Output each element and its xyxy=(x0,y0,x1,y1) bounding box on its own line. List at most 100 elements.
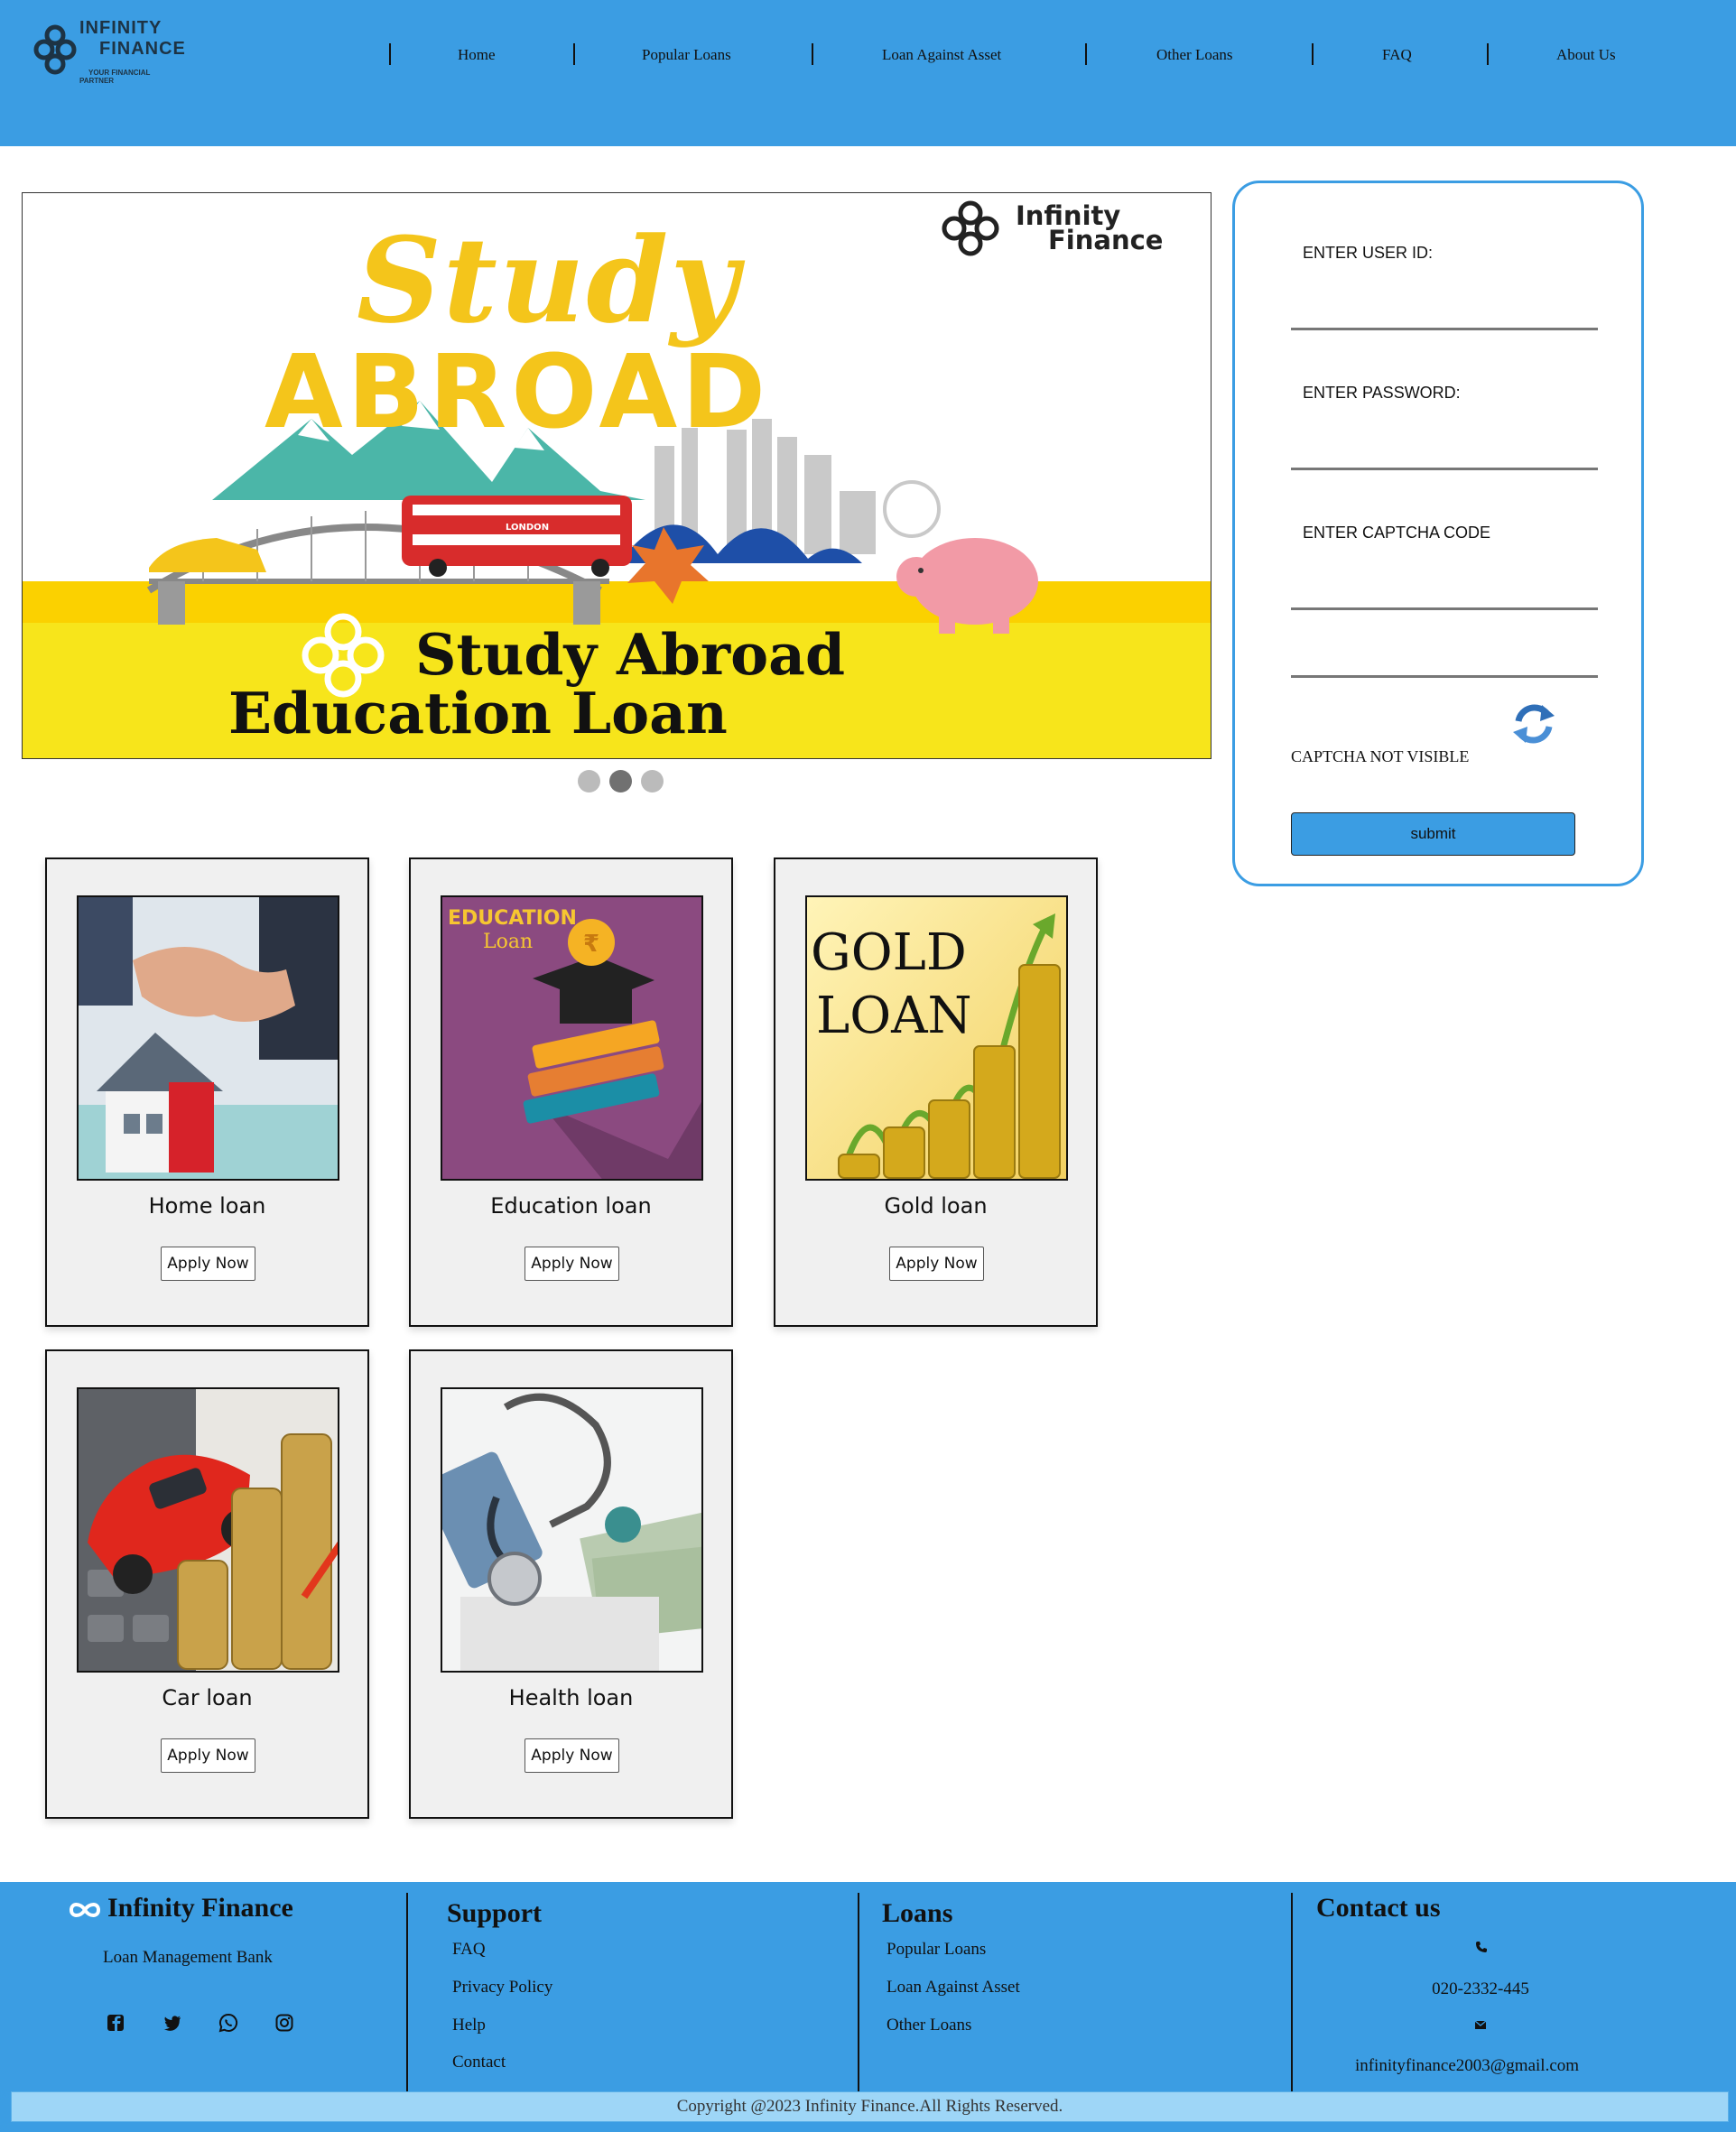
footer-link-help[interactable]: Help xyxy=(452,2016,486,2035)
logo-line-2: FINANCE xyxy=(99,39,186,59)
nav-divider xyxy=(1312,43,1314,65)
phone-icon xyxy=(1476,1942,1487,1952)
rupee-coin-text: ₹ xyxy=(583,931,599,958)
submit-button[interactable]: submit xyxy=(1291,812,1575,856)
whatsapp-icon[interactable] xyxy=(218,2013,238,2033)
footer-link-popular-loans[interactable]: Popular Loans xyxy=(887,1940,986,1960)
car-loan-image xyxy=(77,1387,339,1673)
password-input[interactable] xyxy=(1291,468,1598,470)
loan-card-car: Car loan Apply Now xyxy=(45,1349,369,1819)
facebook-icon[interactable] xyxy=(106,2013,125,2033)
home-loan-image xyxy=(77,895,339,1181)
edu-image-text-2: Loan xyxy=(483,931,533,953)
gold-loan-image: GOLD LOAN xyxy=(805,895,1068,1181)
password-label: ENTER PASSWORD: xyxy=(1303,384,1461,402)
footer-link-contact[interactable]: Contact xyxy=(452,2053,506,2072)
footer-brand-text: Infinity Finance xyxy=(107,1893,293,1923)
infinity-logo-icon xyxy=(33,24,77,75)
user-id-input[interactable] xyxy=(1291,328,1598,330)
slide-headline-script: Study xyxy=(357,211,740,349)
slider-dot-3[interactable] xyxy=(641,770,664,793)
logo-tagline-2: PARTNER xyxy=(79,77,115,85)
support-heading: Support xyxy=(447,1898,543,1928)
footer-brand: Infinity Finance xyxy=(68,1893,293,1923)
nav-about-us[interactable]: About Us xyxy=(1556,46,1616,64)
nav-faq[interactable]: FAQ xyxy=(1382,46,1412,64)
twitter-icon[interactable] xyxy=(162,2013,182,2033)
card-title: Health loan xyxy=(508,1685,634,1710)
loan-card-gold: GOLD LOAN Gold loan Apply Now xyxy=(774,857,1098,1327)
card-title: Gold loan xyxy=(884,1193,988,1219)
card-title: Home loan xyxy=(148,1193,266,1219)
loan-card-education: EDUCATION Loan ₹ Education loan Apply No… xyxy=(409,857,733,1327)
slide-headline-bold: ABROAD xyxy=(265,334,771,451)
footer-link-other-loans[interactable]: Other Loans xyxy=(887,2016,971,2035)
nav-divider xyxy=(573,43,575,65)
slider-dots xyxy=(578,770,668,793)
footer-link-loan-against-asset[interactable]: Loan Against Asset xyxy=(887,1978,1020,1998)
captcha-display xyxy=(1291,607,1598,610)
handshake-house-image xyxy=(79,897,338,1179)
refresh-captcha-icon[interactable] xyxy=(1508,698,1560,750)
footer-divider xyxy=(406,1893,408,2091)
copyright-bar: Copyright @2023 Infinity Finance.All Rig… xyxy=(11,2091,1729,2122)
site-header: INFINITY FINANCE YOUR FINANCIAL PARTNER … xyxy=(0,0,1736,146)
nav-divider xyxy=(389,43,391,65)
education-books-image: EDUCATION Loan ₹ xyxy=(442,897,701,1179)
footer-divider xyxy=(1291,1893,1293,2091)
nav-divider xyxy=(1085,43,1087,65)
card-title: Education loan xyxy=(490,1193,652,1219)
logo-tagline-1: YOUR FINANCIAL xyxy=(88,69,151,77)
stethoscope-money-image xyxy=(442,1389,701,1671)
slider-dot-1[interactable] xyxy=(578,770,600,793)
nav-popular-loans[interactable]: Popular Loans xyxy=(642,46,731,64)
gold-coins-image: GOLD LOAN xyxy=(807,897,1066,1179)
apply-now-button[interactable]: Apply Now xyxy=(525,1738,619,1773)
slide-title-line-2: Education Loan xyxy=(228,680,728,746)
gold-image-text-2: LOAN xyxy=(816,987,972,1045)
contact-phone: 020-2332-445 xyxy=(1432,1979,1529,1998)
gold-image-text-1: GOLD xyxy=(811,923,967,982)
site-logo[interactable]: INFINITY FINANCE YOUR FINANCIAL PARTNER xyxy=(32,16,204,90)
nav-divider xyxy=(1487,43,1489,65)
health-loan-image xyxy=(441,1387,703,1673)
captcha-not-visible-text: CAPTCHA NOT VISIBLE xyxy=(1291,747,1470,765)
apply-now-button[interactable]: Apply Now xyxy=(889,1247,984,1281)
slide-brand: Infinity Finance xyxy=(1016,203,1164,255)
apply-now-button[interactable]: Apply Now xyxy=(525,1247,619,1281)
logo-line-1: INFINITY xyxy=(79,18,162,38)
slide-brand-line-2: Finance xyxy=(1048,225,1164,255)
footer-link-privacy-policy[interactable]: Privacy Policy xyxy=(452,1978,552,1998)
card-title: Car loan xyxy=(162,1685,253,1710)
nav-divider xyxy=(812,43,813,65)
apply-now-button[interactable]: Apply Now xyxy=(161,1247,255,1281)
captcha-input[interactable] xyxy=(1291,675,1598,678)
logo-tagline: YOUR FINANCIAL PARTNER xyxy=(79,69,150,85)
loan-card-home: Home loan Apply Now xyxy=(45,857,369,1327)
login-panel: ENTER USER ID: ENTER PASSWORD: ENTER CAP… xyxy=(1232,181,1644,886)
logo-wordmark: INFINITY FINANCE xyxy=(79,18,186,60)
envelope-icon xyxy=(1474,2020,1487,2029)
instagram-icon[interactable] xyxy=(274,2013,294,2033)
user-id-label: ENTER USER ID: xyxy=(1303,244,1434,262)
nav-other-loans[interactable]: Other Loans xyxy=(1156,46,1233,64)
contact-email[interactable]: infinityfinance2003@gmail.com xyxy=(1304,2056,1629,2076)
banner-slider[interactable]: LONDON Infinity Finance Study ABROAD Stu… xyxy=(22,192,1211,759)
nav-loan-against-asset[interactable]: Loan Against Asset xyxy=(882,46,1001,64)
slide-title-line-1: Study Abroad xyxy=(415,621,846,688)
contact-heading: Contact us xyxy=(1316,1893,1441,1923)
apply-now-button[interactable]: Apply Now xyxy=(161,1738,255,1773)
captcha-label: ENTER CAPTCHA CODE xyxy=(1303,524,1491,542)
edu-image-text-1: EDUCATION xyxy=(448,907,577,930)
footer-link-faq[interactable]: FAQ xyxy=(452,1940,486,1960)
nav-home[interactable]: Home xyxy=(458,46,496,64)
slider-dot-2[interactable] xyxy=(609,770,632,793)
loan-card-health: Health loan Apply Now xyxy=(409,1349,733,1819)
education-loan-image: EDUCATION Loan ₹ xyxy=(441,895,703,1181)
car-coins-image xyxy=(79,1389,338,1671)
bus-sign: LONDON xyxy=(506,523,549,533)
footer-subtitle: Loan Management Bank xyxy=(103,1948,273,1967)
infinity-icon xyxy=(69,1903,101,1918)
loans-heading: Loans xyxy=(882,1898,953,1928)
footer-divider xyxy=(858,1893,859,2091)
